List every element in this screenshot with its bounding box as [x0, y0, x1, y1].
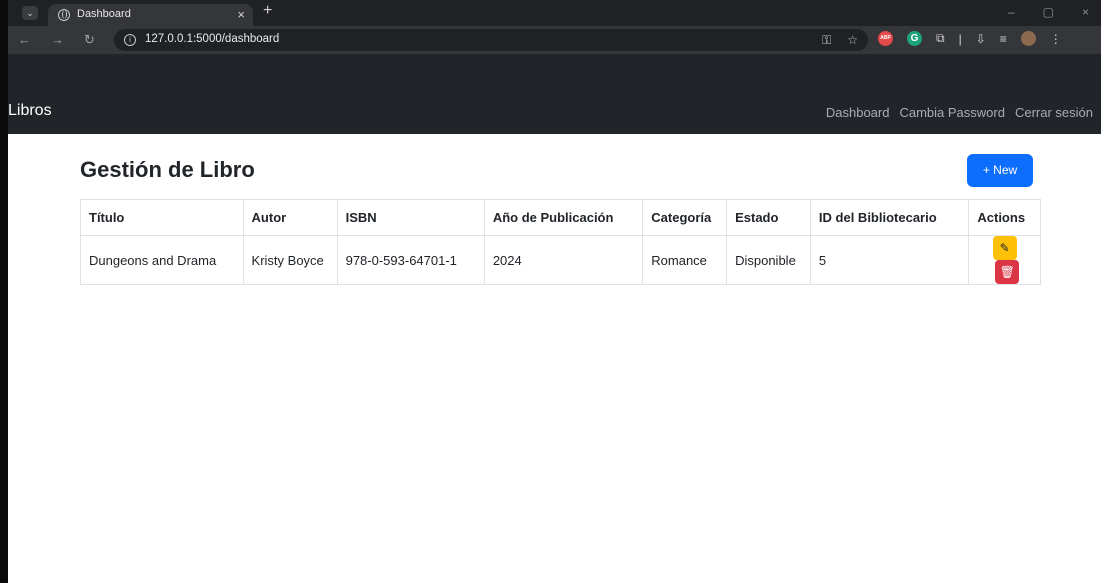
- table-header-row: Título Autor ISBN Año de Publicación Cat…: [80, 199, 1041, 236]
- globe-icon: [58, 9, 70, 21]
- books-table: Título Autor ISBN Año de Publicación Cat…: [80, 199, 1041, 285]
- delete-button[interactable]: 🗑: [995, 260, 1020, 284]
- new-tab-icon[interactable]: +: [263, 2, 272, 20]
- minimize-icon[interactable]: –: [1008, 5, 1015, 19]
- cell-category: Romance: [642, 235, 728, 285]
- trash-icon: 🗑: [999, 265, 1015, 279]
- reading-list-icon[interactable]: ≡: [1000, 32, 1007, 46]
- nav-link-logout[interactable]: Cerrar sesión: [1015, 105, 1093, 120]
- pencil-icon: ✎: [999, 241, 1010, 255]
- cell-librarian-id: 5: [809, 235, 970, 285]
- url-text: 127.0.0.1:5000/dashboard: [145, 33, 280, 45]
- brand[interactable]: Libros: [8, 102, 52, 120]
- cell-publication-year: 2024: [483, 235, 644, 285]
- cell-title: Dungeons and Drama: [80, 235, 244, 285]
- separator-icon: |: [958, 31, 962, 46]
- header-author: Autor: [242, 199, 338, 236]
- forward-icon[interactable]: →: [51, 32, 64, 48]
- cell-author: Kristy Boyce: [242, 235, 338, 285]
- browser-tab[interactable]: Dashboard ×: [48, 4, 253, 26]
- nav-link-dashboard[interactable]: Dashboard: [826, 105, 890, 120]
- puzzle-icon[interactable]: ⧉: [936, 31, 945, 46]
- header-isbn: ISBN: [336, 199, 485, 236]
- tab-search-icon[interactable]: ⌄: [22, 6, 38, 20]
- star-icon[interactable]: ☆: [847, 33, 858, 48]
- restore-icon[interactable]: ▢: [1043, 5, 1054, 19]
- header-category: Categoría: [642, 199, 728, 236]
- download-icon[interactable]: ⇩: [976, 32, 986, 46]
- browser-tab-strip: ⌄ Dashboard × + – ▢ ×: [8, 0, 1101, 26]
- close-window-icon[interactable]: ×: [1082, 5, 1089, 19]
- window-controls: – ▢ ×: [1008, 5, 1089, 19]
- navigation-buttons: ← → ↻: [18, 32, 95, 48]
- address-bar[interactable]: i 127.0.0.1:5000/dashboard ⚿ ☆: [114, 29, 868, 51]
- omnibox-actions: ⚿ ☆: [822, 33, 858, 48]
- grammarly-icon[interactable]: G: [907, 31, 922, 46]
- extensions: ABP G ⧉ | ⇩ ≡ ⋮: [878, 31, 1062, 46]
- page-title: Gestión de Libro: [80, 157, 255, 182]
- edit-button[interactable]: ✎: [992, 236, 1017, 260]
- cell-actions: ✎ 🗑: [968, 235, 1041, 285]
- back-icon[interactable]: ←: [18, 32, 31, 48]
- header-librarian-id: ID del Bibliotecario: [809, 199, 970, 236]
- header-actions: Actions: [968, 199, 1041, 236]
- header-publication-year: Año de Publicación: [483, 199, 644, 236]
- header-title: Título: [80, 199, 244, 236]
- header-status: Estado: [726, 199, 811, 236]
- app-navbar: Libros Dashboard Cambia Password Cerrar …: [8, 54, 1101, 134]
- nav-link-change-password[interactable]: Cambia Password: [899, 105, 1005, 120]
- reload-icon[interactable]: ↻: [84, 32, 95, 48]
- nav-links: Dashboard Cambia Password Cerrar sesión: [826, 105, 1093, 120]
- site-info-icon[interactable]: i: [124, 34, 136, 46]
- key-icon[interactable]: ⚿: [822, 33, 831, 48]
- adblock-icon[interactable]: ABP: [878, 31, 893, 46]
- table-row: Dungeons and Drama Kristy Boyce 978-0-59…: [80, 235, 1041, 285]
- cell-status: Disponible: [726, 235, 811, 285]
- cell-isbn: 978-0-593-64701-1: [336, 235, 485, 285]
- new-button[interactable]: + New: [967, 154, 1033, 187]
- browser-toolbar: ← → ↻ i 127.0.0.1:5000/dashboard ⚿ ☆ ABP…: [8, 26, 1101, 54]
- tab-title: Dashboard: [77, 8, 131, 20]
- profile-avatar-icon[interactable]: [1020, 31, 1036, 46]
- window-left-edge: [0, 0, 8, 583]
- more-menu-icon[interactable]: ⋮: [1050, 32, 1062, 46]
- close-tab-icon[interactable]: ×: [237, 7, 245, 22]
